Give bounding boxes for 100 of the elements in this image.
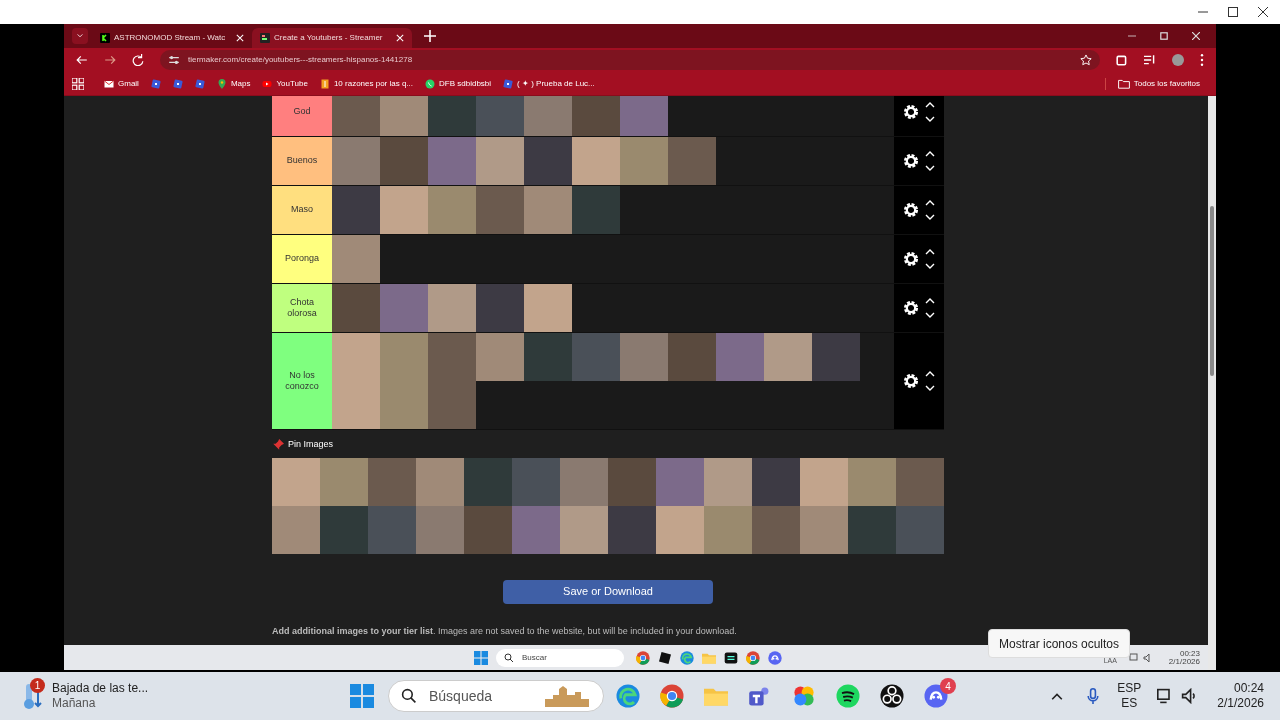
start-icon[interactable] <box>474 650 488 665</box>
chrome-logo-icon[interactable] <box>660 684 684 708</box>
game-controller-logo-icon[interactable] <box>768 650 782 665</box>
photo-placeholder[interactable] <box>320 457 368 506</box>
bookmark-link[interactable]: Maps <box>216 77 251 90</box>
site-settings-icon <box>168 54 180 66</box>
chevron-down-icon[interactable] <box>925 310 935 320</box>
settings-icon[interactable] <box>903 104 919 120</box>
close-icon[interactable] <box>1258 7 1268 17</box>
settings-icon[interactable] <box>903 251 919 267</box>
photo-placeholder[interactable] <box>800 457 848 506</box>
url-text: tiermaker.com/create/youtubers---streamers-hispanos-1441278 <box>188 54 413 66</box>
chevron-up-icon[interactable] <box>925 247 935 257</box>
chevron-up-icon[interactable] <box>925 198 935 208</box>
document-icon <box>319 78 330 89</box>
restore-icon[interactable] <box>1160 32 1168 40</box>
bookmark-link[interactable]: YouTube <box>262 77 308 90</box>
settings-icon[interactable] <box>903 202 919 218</box>
settings-icon[interactable] <box>903 373 919 389</box>
address-bar[interactable]: tiermaker.com/create/youtubers---streamers-hispanos-1441278 <box>160 50 1100 70</box>
settings-icon[interactable] <box>903 153 919 169</box>
minimize-icon[interactable] <box>1128 32 1136 40</box>
search-icon <box>401 688 417 704</box>
flower-icon[interactable] <box>792 684 816 708</box>
video-editor-icon[interactable] <box>724 650 738 665</box>
photo-placeholder[interactable] <box>272 457 320 506</box>
new-tab-icon[interactable] <box>424 30 436 42</box>
square-logo-icon[interactable] <box>172 78 183 89</box>
language-switcher[interactable]: ESP ES <box>1117 681 1142 711</box>
bookmark-link[interactable]: DFB sdbidbsbi <box>425 77 492 90</box>
chevron-down-icon[interactable] <box>925 212 935 222</box>
all-bookmarks-link[interactable]: Todos los favoritos <box>1104 77 1208 90</box>
chrome-logo-icon[interactable] <box>746 650 760 665</box>
forward-icon[interactable] <box>104 54 116 66</box>
chrome-logo-icon[interactable] <box>636 650 650 665</box>
pin-icon <box>272 438 284 451</box>
star-icon[interactable] <box>1080 54 1092 66</box>
square-logo-icon[interactable] <box>658 650 672 665</box>
chevron-up-icon[interactable] <box>925 296 935 306</box>
volume-icon[interactable] <box>1142 652 1153 663</box>
tier-label[interactable]: God <box>272 96 332 136</box>
media-icon[interactable] <box>1144 54 1156 66</box>
city-drawing <box>543 685 591 707</box>
volume-icon[interactable] <box>1181 688 1198 704</box>
photo-placeholder[interactable] <box>848 457 896 506</box>
section-title: Pin Images <box>288 438 334 451</box>
edge-logo-icon[interactable] <box>616 684 640 708</box>
profile-avatar[interactable] <box>1172 54 1184 66</box>
extensions-icon[interactable] <box>1116 54 1128 66</box>
chevron-down-icon[interactable] <box>925 261 935 271</box>
maximize-icon[interactable] <box>1228 7 1238 17</box>
kick-logo-icon <box>100 33 110 43</box>
settings-icon[interactable] <box>903 300 919 316</box>
clock-time: 00:23 <box>1179 649 1200 658</box>
square-logo-icon <box>503 78 514 89</box>
chevron-down-icon[interactable] <box>925 163 935 173</box>
search-field[interactable]: Buscar <box>496 648 624 667</box>
chevron-up-icon[interactable] <box>925 100 935 110</box>
caret-icon[interactable] <box>72 28 88 44</box>
weather-widget[interactable]: 1 Bajada de las te... Mañana <box>20 681 320 711</box>
tier-label[interactable]: Poronga <box>272 235 332 283</box>
photo-placeholder[interactable] <box>320 505 368 554</box>
back-icon[interactable] <box>76 54 88 66</box>
save-button[interactable]: Save or Download <box>503 579 713 604</box>
reload-icon[interactable] <box>132 54 144 66</box>
apps-grid-icon[interactable] <box>72 77 84 90</box>
tier-label[interactable]: Maso <box>272 186 332 234</box>
sound-waves-logo-icon[interactable] <box>836 684 860 708</box>
chat-bubble-icon <box>425 78 436 89</box>
clock-date: 2/1/2026 <box>1168 657 1200 666</box>
edge-logo-icon[interactable] <box>680 650 694 665</box>
note-text: Add additional images to your tier list. Images are not saved to the website, but will be included in your download. <box>272 625 738 637</box>
start-icon[interactable] <box>350 684 374 708</box>
tier-label[interactable]: Buenos <box>272 137 332 185</box>
square-logo-icon[interactable] <box>194 78 205 89</box>
folder-icon <box>1117 77 1130 90</box>
tier-label[interactable]: Chota olorosa <box>272 284 332 332</box>
photo-placeholder[interactable] <box>848 505 896 554</box>
browser-tab[interactable]: ASTRONOMOD Stream - Watc <box>92 28 252 48</box>
menu-icon[interactable] <box>1200 54 1204 66</box>
record-logo-icon[interactable] <box>880 684 904 708</box>
square-logo-icon[interactable] <box>150 78 161 89</box>
photo-placeholder[interactable] <box>560 457 608 506</box>
tier-label[interactable]: No los conozco <box>272 333 332 429</box>
photo-placeholder[interactable] <box>416 457 464 506</box>
photo-placeholder[interactable] <box>704 457 752 506</box>
chevron-up-icon[interactable] <box>925 369 935 379</box>
bookmark-link[interactable]: Gmail <box>104 77 139 90</box>
search-field[interactable]: Búsqueda <box>388 680 604 712</box>
chevron-down-icon[interactable] <box>925 114 935 124</box>
photo-placeholder[interactable] <box>656 457 704 506</box>
bookmark-link[interactable]: 10 razones por las q... <box>319 77 414 90</box>
chevron-up-icon[interactable] <box>925 149 935 159</box>
search-icon <box>504 652 514 663</box>
chevron-down-icon[interactable] <box>925 383 935 393</box>
weather-subtitle: Mañana <box>52 696 97 711</box>
clock[interactable]: 00:24 2/1/2026 <box>1217 681 1264 711</box>
browser-tab[interactable]: Create a Youtubers - Streamer <box>252 28 412 48</box>
bookmark-link[interactable]: ( ✦ ) Prueba de Luc... <box>503 77 595 90</box>
weather-title: Bajada de las te... <box>52 681 149 696</box>
